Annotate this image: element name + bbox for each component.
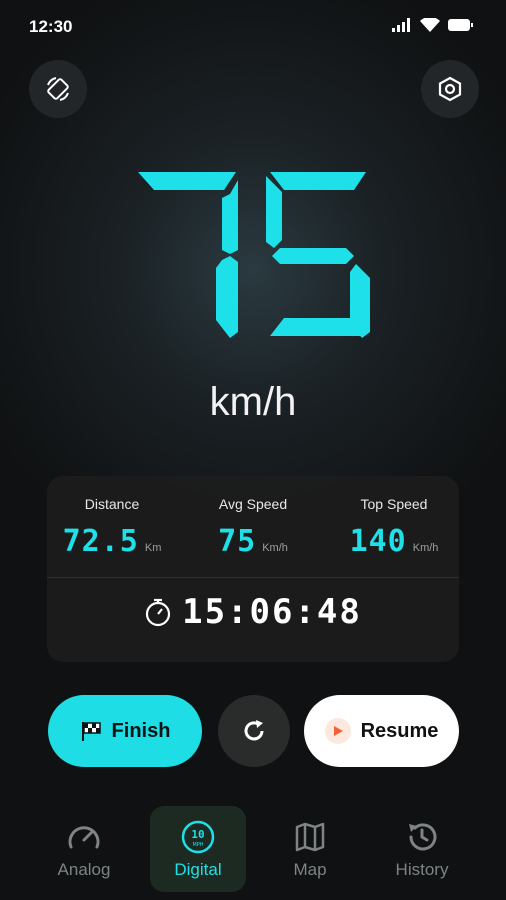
resume-label: Resume xyxy=(360,719,439,742)
speed-readout xyxy=(134,168,374,340)
resume-button[interactable]: Resume xyxy=(304,695,459,767)
trip-timer: 15:06:48 xyxy=(47,592,459,632)
stat-label: Top Speed xyxy=(360,496,428,512)
stat-label: Avg Speed xyxy=(218,496,288,512)
nav-label: Digital xyxy=(174,860,222,879)
finish-button[interactable]: Finish xyxy=(48,695,202,767)
stat-unit: Km/h xyxy=(262,542,288,554)
refresh-icon xyxy=(244,720,264,741)
timer-value: 15:06:48 xyxy=(182,592,362,632)
nav-item-map[interactable]: Map xyxy=(262,806,358,892)
stat-label: Distance xyxy=(84,496,140,512)
digital-badge-top: 10 xyxy=(191,828,204,841)
digital-speed-icon: 10 MPH xyxy=(181,820,215,854)
nav-label: Analog xyxy=(57,860,111,879)
stat-value: 72.5 xyxy=(62,524,139,559)
settings-icon xyxy=(438,76,462,102)
stat-value: 140 xyxy=(349,524,407,559)
gauge-icon xyxy=(68,826,100,849)
trip-stats-panel: Distance 72.5 Km Avg Speed 75 Km/h Top S… xyxy=(47,476,459,662)
battery-icon xyxy=(448,19,473,31)
wifi-icon xyxy=(420,18,440,32)
digital-badge-bottom: MPH xyxy=(192,842,203,848)
history-icon xyxy=(409,823,437,851)
stat-avg-speed: Avg Speed 75 Km/h xyxy=(188,496,318,559)
rotate-screen-icon xyxy=(47,77,69,101)
speed-unit: km/h xyxy=(209,380,297,424)
speed-digits xyxy=(138,172,370,338)
stat-unit: Km/h xyxy=(412,542,439,554)
map-icon xyxy=(295,822,325,852)
nav-item-history[interactable]: History xyxy=(374,806,470,892)
stat-top-speed: Top Speed 140 Km/h xyxy=(329,496,459,559)
nav-item-analog[interactable]: Analog xyxy=(36,806,132,892)
rotate-screen-button[interactable] xyxy=(29,60,87,118)
nav-label: History xyxy=(395,860,449,879)
stat-unit: Km xyxy=(144,542,162,554)
system-icons xyxy=(392,18,474,32)
stopwatch-icon xyxy=(146,598,171,627)
status-bar: 12:30 xyxy=(0,0,506,52)
divider xyxy=(47,577,459,578)
nav-item-digital[interactable]: 10 MPH Digital xyxy=(150,806,246,892)
settings-button[interactable] xyxy=(421,60,479,118)
nav-label: Map xyxy=(293,860,327,879)
signal-icon xyxy=(392,18,410,32)
play-icon xyxy=(324,718,351,744)
bottom-nav: Analog 10 MPH Digital Map History xyxy=(0,806,506,892)
finish-label: Finish xyxy=(111,719,171,742)
stat-distance: Distance 72.5 Km xyxy=(47,496,177,559)
stat-value: 75 xyxy=(218,524,257,559)
status-time: 12:30 xyxy=(29,17,73,36)
checkered-flag-icon xyxy=(81,722,101,741)
reset-button[interactable] xyxy=(218,695,290,767)
